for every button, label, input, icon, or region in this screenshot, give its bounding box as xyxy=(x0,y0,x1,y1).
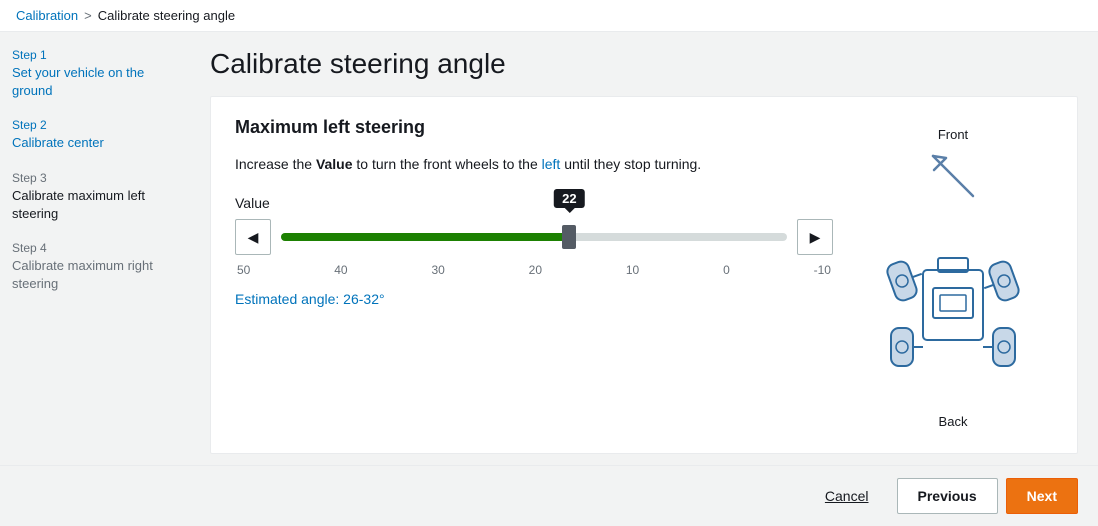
cancel-button[interactable]: Cancel xyxy=(805,478,889,514)
footer: Cancel Previous Next xyxy=(0,465,1098,526)
slider-decrease-button[interactable]: ◀ xyxy=(235,219,271,255)
tick-neg10: -10 xyxy=(814,263,831,277)
robot-front-label: Front xyxy=(938,127,968,142)
instruction-highlight: left xyxy=(542,156,561,172)
step4-title: Calibrate maximum right steering xyxy=(12,257,178,293)
instruction-prefix: Increase the xyxy=(235,156,316,172)
content-area: Calibrate steering angle Maximum left st… xyxy=(190,32,1098,465)
breadcrumb-current: Calibrate steering angle xyxy=(98,8,235,23)
tick-0: 0 xyxy=(723,263,730,277)
tick-40: 40 xyxy=(334,263,347,277)
estimated-angle: Estimated angle: 26-32° xyxy=(235,291,833,307)
step1-number: Step 1 xyxy=(12,48,178,62)
main-card: Maximum left steering Increase the Value… xyxy=(210,96,1078,454)
slider-track[interactable] xyxy=(281,233,787,241)
robot-illustration xyxy=(873,210,1033,410)
previous-button[interactable]: Previous xyxy=(897,478,998,514)
main-layout: Step 1 Set your vehicle on the ground St… xyxy=(0,32,1098,465)
tick-30: 30 xyxy=(431,263,444,277)
slider-tooltip: 22 xyxy=(554,189,584,208)
slider-ticks: 50 40 30 20 10 0 -10 xyxy=(235,263,833,277)
step2-title: Calibrate center xyxy=(12,134,178,152)
tick-20: 20 xyxy=(529,263,542,277)
step1-title: Set your vehicle on the ground xyxy=(12,64,178,100)
steering-arrow-icon xyxy=(918,146,988,206)
value-label: Value xyxy=(235,195,833,211)
breadcrumb: Calibration > Calibrate steering angle xyxy=(0,0,1098,32)
card-left: Maximum left steering Increase the Value… xyxy=(235,117,833,429)
step4-number: Step 4 xyxy=(12,241,178,255)
next-button[interactable]: Next xyxy=(1006,478,1078,514)
breadcrumb-parent[interactable]: Calibration xyxy=(16,8,78,23)
slider-increase-button[interactable]: ▶ xyxy=(797,219,833,255)
instruction-text: Increase the Value to turn the front whe… xyxy=(235,154,833,175)
step3-title: Calibrate maximum left steering xyxy=(12,187,178,223)
slider-thumb[interactable] xyxy=(562,225,576,249)
slider-track-container: 22 xyxy=(281,219,787,255)
sidebar: Step 1 Set your vehicle on the ground St… xyxy=(0,32,190,465)
step3-number: Step 3 xyxy=(12,171,178,185)
robot-back-label: Back xyxy=(939,414,968,429)
step2-number: Step 2 xyxy=(12,118,178,132)
tick-10: 10 xyxy=(626,263,639,277)
sidebar-item-step3: Step 3 Calibrate maximum left steering xyxy=(12,171,178,223)
sidebar-item-step4: Step 4 Calibrate maximum right steering xyxy=(12,241,178,293)
sidebar-item-step2[interactable]: Step 2 Calibrate center xyxy=(12,118,178,152)
instruction-end: until they stop turning. xyxy=(560,156,701,172)
slider-row: ◀ 22 ▶ xyxy=(235,219,833,255)
slider-fill xyxy=(281,233,569,241)
breadcrumb-separator: > xyxy=(84,8,92,23)
instruction-bold: Value xyxy=(316,156,353,172)
tick-50: 50 xyxy=(237,263,250,277)
page-title: Calibrate steering angle xyxy=(210,48,1078,80)
instruction-suffix: to turn the front wheels to the xyxy=(353,156,542,172)
sidebar-item-step1[interactable]: Step 1 Set your vehicle on the ground xyxy=(12,48,178,100)
card-section-title: Maximum left steering xyxy=(235,117,833,138)
robot-area: Front xyxy=(853,117,1053,429)
